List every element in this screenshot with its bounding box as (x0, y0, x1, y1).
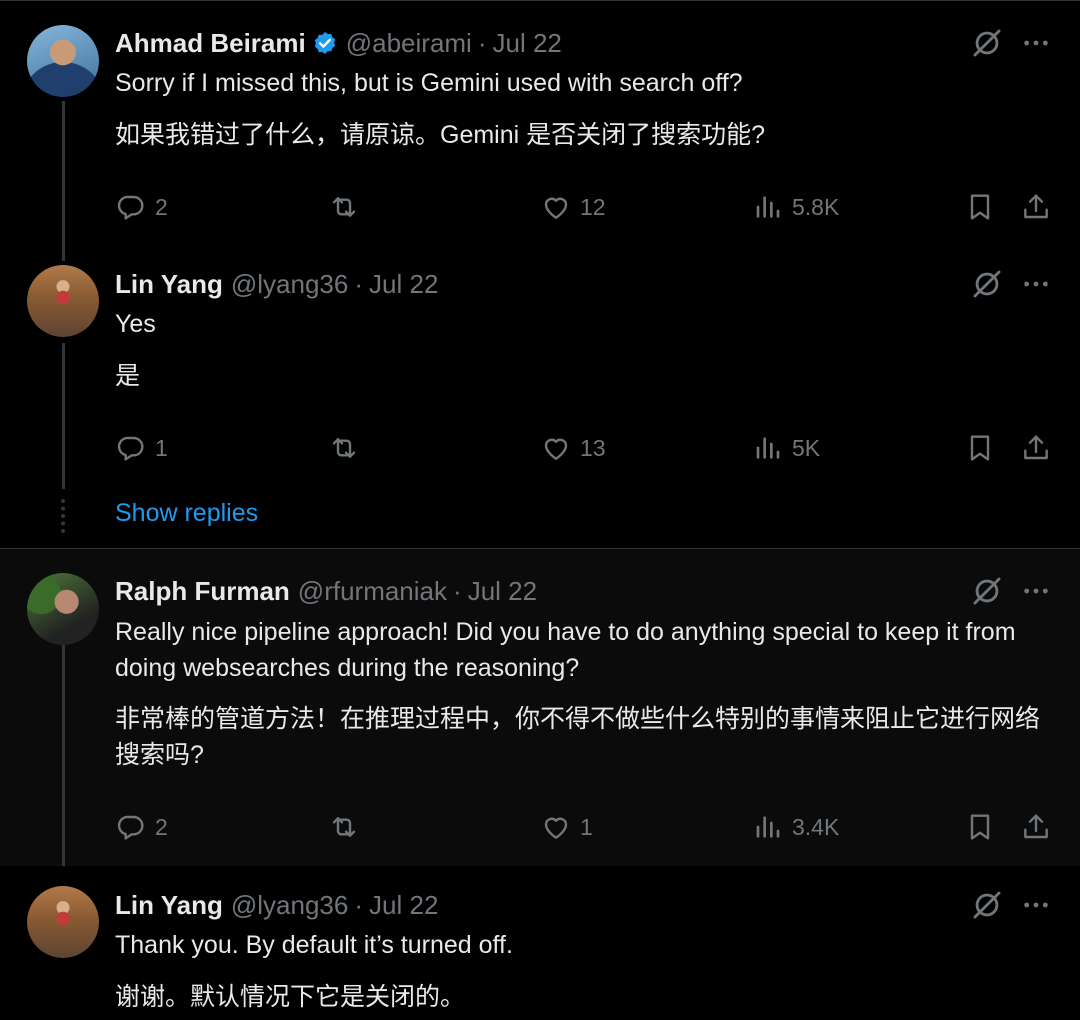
author-name[interactable]: Lin Yang (115, 269, 223, 300)
grok-icon[interactable] (970, 26, 1004, 60)
author-handle[interactable]: @abeirami (346, 28, 472, 59)
like-button[interactable]: 12 (540, 187, 606, 227)
tweet-translation: 如果我错过了什么，请原谅。Gemini 是否关闭了搜索功能? (115, 121, 766, 149)
avatar[interactable] (27, 25, 99, 97)
separator: · (354, 889, 364, 920)
share-button[interactable] (1020, 187, 1052, 227)
share-button[interactable] (1020, 428, 1052, 468)
view-count: 5.8K (792, 193, 840, 220)
share-icon (1020, 191, 1052, 223)
tweet-header: Ralph Furman @rfurmaniak · Jul 22 (115, 575, 537, 607)
like-icon (540, 432, 572, 464)
views-icon (752, 191, 784, 223)
avatar[interactable] (27, 573, 99, 645)
repost-button[interactable] (328, 187, 368, 227)
action-bar: 2 12 5.8K (0, 187, 1080, 227)
reply-count: 2 (155, 193, 168, 220)
more-icon[interactable] (1020, 267, 1052, 301)
like-count: 1 (580, 813, 593, 840)
separator: · (477, 27, 487, 58)
thread-section-middle: Ralph Furman @rfurmaniak · Jul 22 Really… (0, 548, 1080, 867)
reply-icon (115, 432, 147, 464)
avatar[interactable] (27, 265, 99, 337)
like-button[interactable]: 13 (540, 428, 606, 468)
show-replies-link[interactable]: Show replies (115, 499, 258, 528)
bookmark-icon (964, 432, 996, 464)
tweet-text: Really nice pipeline approach! Did you h… (115, 618, 1016, 682)
bookmark-button[interactable] (964, 428, 996, 468)
tweet-text: Yes (115, 310, 156, 338)
bookmark-icon (964, 191, 996, 223)
reply-icon (115, 191, 147, 223)
separator: · (354, 268, 364, 299)
reply-thread: Ahmad Beirami @abeirami · Jul 22 Sorry i… (0, 0, 1080, 1020)
like-icon (540, 811, 572, 843)
reply-icon (115, 811, 147, 843)
thread-connector (62, 101, 65, 261)
reply-count: 2 (155, 813, 168, 840)
share-icon (1020, 811, 1052, 843)
action-bar: 1 13 5K (0, 428, 1080, 468)
share-icon (1020, 432, 1052, 464)
like-icon (540, 191, 572, 223)
tweet-date[interactable]: Jul 22 (369, 890, 438, 921)
tweet-date[interactable]: Jul 22 (493, 28, 562, 59)
like-count: 12 (580, 193, 606, 220)
reply-button[interactable]: 2 (115, 187, 168, 227)
repost-icon (328, 811, 360, 843)
tweet-date[interactable]: Jul 22 (468, 576, 537, 607)
more-icon[interactable] (1020, 574, 1052, 608)
author-handle[interactable]: @lyang36 (231, 890, 348, 921)
repost-icon (328, 191, 360, 223)
thread-section-bottom: Lin Yang @lyang36 · Jul 22 Thank you. By… (0, 866, 1080, 1020)
bookmark-button[interactable] (964, 187, 996, 227)
like-button[interactable]: 1 (540, 807, 593, 847)
tweet-text: Sorry if I missed this, but is Gemini us… (115, 69, 743, 97)
action-bar: 2 1 3.4K (0, 807, 1080, 847)
more-icon[interactable] (1020, 888, 1052, 922)
thread-section-top: Ahmad Beirami @abeirami · Jul 22 Sorry i… (0, 0, 1080, 548)
views-button[interactable]: 5K (752, 428, 820, 468)
more-icon[interactable] (1020, 26, 1052, 60)
reply-count: 1 (155, 434, 168, 461)
reply-button[interactable]: 2 (115, 807, 168, 847)
tweet-translation: 是 (115, 362, 141, 390)
repost-button[interactable] (328, 428, 368, 468)
grok-icon[interactable] (970, 267, 1004, 301)
thread-dots (61, 499, 69, 533)
share-button[interactable] (1020, 807, 1052, 847)
author-handle[interactable]: @lyang36 (231, 269, 348, 300)
tweet-translation: 谢谢。默认情况下它是关闭的。 (115, 983, 466, 1011)
views-icon (752, 811, 784, 843)
author-name[interactable]: Ralph Furman (115, 576, 290, 607)
author-name[interactable]: Ahmad Beirami (115, 28, 306, 59)
view-count: 5K (792, 434, 821, 461)
grok-icon[interactable] (970, 888, 1004, 922)
views-icon (752, 432, 784, 464)
repost-icon (328, 432, 360, 464)
reply-button[interactable]: 1 (115, 428, 168, 468)
grok-icon[interactable] (970, 574, 1004, 608)
tweet-header: Lin Yang @lyang36 · Jul 22 (115, 889, 438, 921)
views-button[interactable]: 5.8K (752, 187, 839, 227)
tweet-date[interactable]: Jul 22 (369, 269, 438, 300)
repost-button[interactable] (328, 807, 368, 847)
bookmark-button[interactable] (964, 807, 996, 847)
verified-badge-icon[interactable] (312, 30, 338, 56)
tweet-header: Ahmad Beirami @abeirami · Jul 22 (115, 27, 562, 59)
author-handle[interactable]: @rfurmaniak (298, 576, 447, 607)
view-count: 3.4K (792, 813, 840, 840)
tweet-header: Lin Yang @lyang36 · Jul 22 (115, 268, 438, 300)
bookmark-icon (964, 811, 996, 843)
separator: · (453, 575, 462, 606)
tweet-text: Thank you. By default it’s turned off. (115, 931, 513, 959)
author-name[interactable]: Lin Yang (115, 890, 223, 921)
avatar[interactable] (27, 886, 99, 958)
tweet-translation: 非常棒的管道方法！在推理过程中，你不得不做些什么特别的事情来阻止它进行网络搜索吗… (115, 705, 1041, 769)
views-button[interactable]: 3.4K (752, 807, 839, 847)
like-count: 13 (580, 434, 606, 461)
